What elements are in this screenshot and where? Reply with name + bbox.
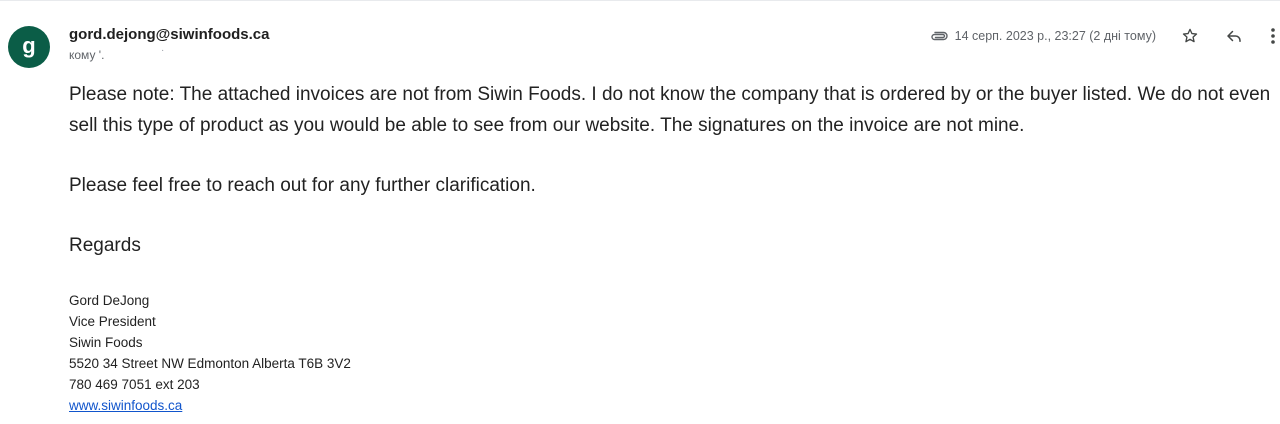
email-message-view: g gord.dejong@siwinfoods.ca кому '. · 14…: [0, 0, 1280, 424]
body-paragraph: Please feel free to reach out for any fu…: [69, 175, 536, 196]
recipient-value: '.: [98, 48, 105, 62]
more-vert-icon[interactable]: [1266, 24, 1280, 48]
signature-website-link[interactable]: www.siwinfoods.ca: [69, 398, 182, 413]
avatar-letter: g: [22, 33, 36, 58]
star-icon[interactable]: [1178, 24, 1202, 48]
message-meta: 14 серп. 2023 р., 23:27 (2 дні тому): [929, 24, 1280, 48]
message-body: Please note: The attached invoices are n…: [69, 79, 1274, 261]
paperclip-icon: [929, 26, 949, 46]
signature-phone: 780 469 7051 ext 203: [69, 377, 200, 392]
message-date: 14 серп. 2023 р., 23:27 (2 дні тому): [954, 29, 1156, 43]
sender-email[interactable]: gord.dejong@siwinfoods.ca: [69, 26, 269, 43]
signature-name: Gord DeJong: [69, 293, 150, 308]
signature-block: Gord DeJong Vice President Siwin Foods 5…: [69, 290, 351, 416]
signature-address: 5520 34 Street NW Edmonton Alberta T6B 3…: [69, 356, 351, 371]
body-paragraph: Please note: The attached invoices are n…: [69, 84, 1271, 136]
signature-company: Siwin Foods: [69, 335, 143, 350]
recipient-label: кому: [69, 48, 96, 62]
recipient-line[interactable]: кому '. ·: [69, 45, 164, 62]
sender-avatar[interactable]: g: [8, 26, 50, 68]
recipient-dot: ·: [161, 45, 165, 56]
body-closing: Regards: [69, 235, 141, 256]
signature-title: Vice President: [69, 314, 156, 329]
reply-icon[interactable]: [1222, 24, 1246, 48]
divider: [0, 0, 1280, 1]
